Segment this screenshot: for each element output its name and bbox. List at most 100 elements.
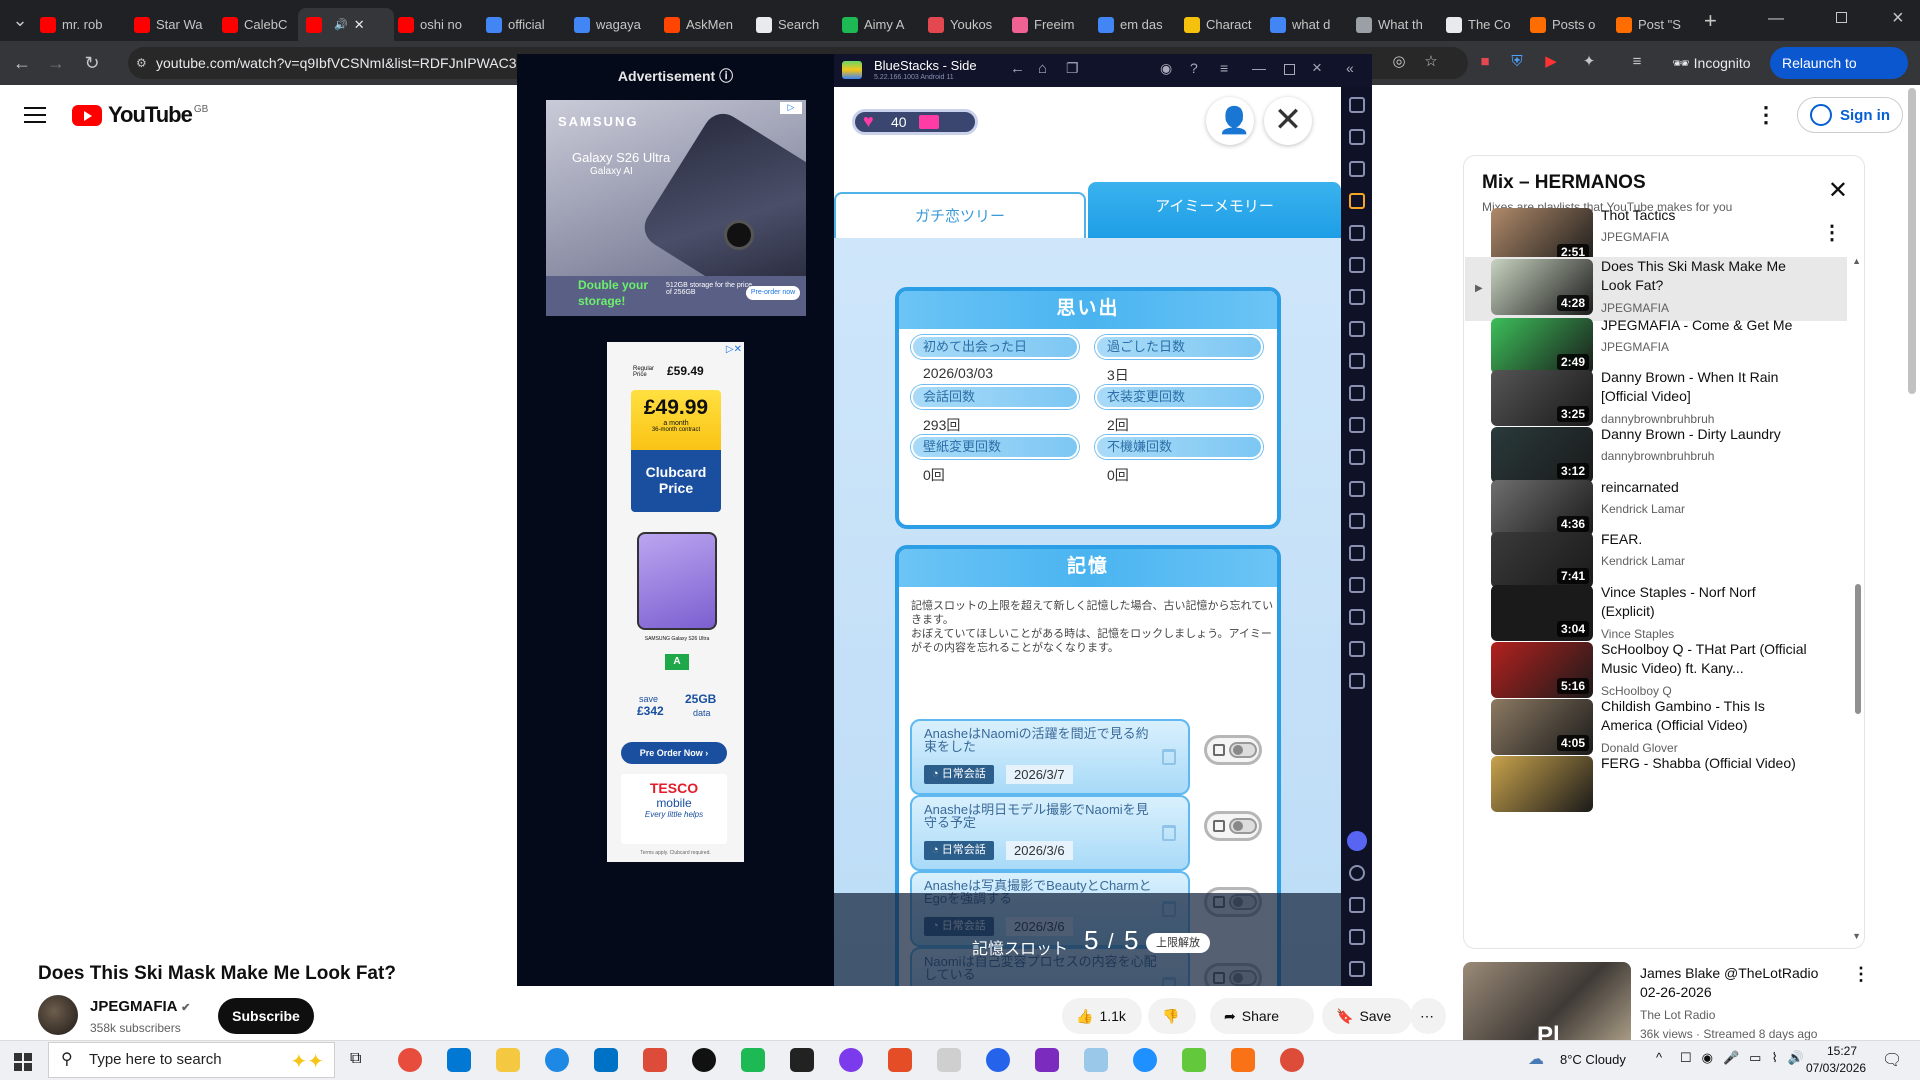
tab-aimy-memory[interactable]: アイミーメモリー — [1088, 182, 1341, 238]
unlock-limit-button[interactable]: 上限解放 — [1146, 933, 1210, 953]
save-button[interactable]: 🔖 Save — [1322, 998, 1412, 1034]
browser-tab[interactable]: CalebC — [214, 8, 300, 41]
reading-list-icon[interactable]: ≡ — [1626, 51, 1648, 73]
taskbar-app-icon[interactable] — [1133, 1048, 1157, 1072]
taskbar-app-icon[interactable] — [839, 1048, 863, 1072]
sidebar-toggle-icon[interactable] — [1349, 673, 1365, 689]
channel-name[interactable]: JPEGMAFIA ✔ — [90, 998, 190, 1015]
subscribe-button[interactable]: Subscribe — [218, 998, 314, 1034]
bs-settings-icon[interactable] — [1349, 865, 1365, 881]
media-icon[interactable] — [1349, 449, 1365, 465]
bookmark-star-icon[interactable]: ☆ — [1420, 51, 1442, 73]
memory-entry[interactable]: Anasheは明日モデル撮影でNaomiを見守る予定 ◔ 日常会話 2026/3/6 — [910, 795, 1190, 871]
browser-tab[interactable]: Post "S — [1608, 8, 1694, 41]
browser-tab[interactable]: Aimy A — [834, 8, 920, 41]
extensions-icon[interactable]: ✦ — [1578, 51, 1600, 73]
close-window-icon[interactable]: × — [1892, 7, 1904, 30]
tesco-preorder-button[interactable]: Pre Order Now › — [621, 742, 727, 764]
bs-maximize-icon[interactable] — [1284, 64, 1295, 75]
browser-tab[interactable]: Star Wa — [126, 8, 212, 41]
forward-icon[interactable]: → — [44, 51, 68, 75]
sign-in-button[interactable]: Sign in — [1797, 97, 1903, 133]
bs-menu-icon[interactable]: ≡ — [1220, 60, 1228, 76]
screenshot-icon[interactable] — [1349, 353, 1365, 369]
site-info-icon[interactable]: ⚙ — [136, 47, 147, 79]
bs-side-recent-icon[interactable] — [1349, 961, 1365, 977]
memory-lock-toggle[interactable] — [1204, 811, 1262, 841]
taskbar-app-icon[interactable] — [790, 1048, 814, 1072]
playlist-item[interactable]: 5:16 ScHoolboy Q - THat Part (Official Mu… — [1465, 640, 1847, 704]
info-icon[interactable]: ⓘ — [719, 68, 733, 84]
volume-icon[interactable] — [1349, 129, 1365, 145]
browser-tab[interactable]: mr. rob — [32, 8, 118, 41]
close-icon[interactable]: ✕ — [1828, 176, 1848, 205]
bs-back-icon[interactable]: ← — [1010, 60, 1025, 77]
taskbar-app-icon[interactable] — [545, 1048, 569, 1072]
page-scrollbar[interactable] — [1908, 88, 1916, 394]
taskbar-app-icon[interactable] — [986, 1048, 1010, 1072]
playlist-thumbnail[interactable]: 4:28 — [1491, 259, 1593, 315]
side-video-title[interactable]: James Blake @TheLotRadio 02-26-2026 — [1640, 964, 1840, 1002]
taskbar-search[interactable]: ⚲ Type here to search ✦✦ — [48, 1042, 335, 1078]
weather-text[interactable]: 8°C Cloudy — [1560, 1052, 1626, 1067]
taskbar-app-icon[interactable] — [1084, 1048, 1108, 1072]
channel-avatar[interactable] — [38, 995, 78, 1035]
hamburger-menu-icon[interactable] — [24, 104, 46, 123]
ad-choices-icon[interactable]: ▷ — [780, 102, 802, 114]
profile-button[interactable]: 👤 — [1206, 97, 1254, 145]
tesco-ad[interactable]: ▷✕ Regular Price £59.49 £49.99 a month 3… — [607, 342, 744, 862]
start-icon[interactable] — [14, 1053, 32, 1071]
browser-tab[interactable]: official — [478, 8, 564, 41]
apk-icon[interactable] — [1349, 161, 1365, 177]
browser-tab[interactable]: What th — [1348, 8, 1434, 41]
tab-search-icon[interactable]: ⌄ — [8, 8, 32, 32]
shield-icon[interactable]: ⛨ — [1506, 51, 1528, 73]
playlist-item[interactable]: 3:04 Vince Staples - Norf Norf (Explicit)… — [1465, 583, 1847, 647]
playlist-item[interactable]: 4:05 Childish Gambino - This Is America (… — [1465, 697, 1847, 761]
task-view-icon[interactable]: ⧉ — [350, 1050, 361, 1068]
browser-tab[interactable]: Posts o — [1522, 8, 1608, 41]
taskbar-app-icon[interactable] — [1231, 1048, 1255, 1072]
playlist-item[interactable]: ▶ 4:28 Does This Ski Mask Make Me Look Fat… — [1465, 257, 1847, 321]
incognito-indicator[interactable]: 🕶 Incognito — [1672, 49, 1751, 77]
sync-icon[interactable] — [1349, 641, 1365, 657]
scroll-down-icon[interactable]: ▼ — [1852, 931, 1861, 941]
bs-close-icon[interactable]: × — [1312, 58, 1322, 78]
back-icon[interactable]: ← — [10, 51, 34, 75]
rotate-icon[interactable] — [1349, 257, 1365, 273]
side-video-menu-icon[interactable]: ⋮ — [1852, 964, 1870, 985]
notification-icon[interactable]: 🗨 — [1882, 1050, 1902, 1070]
bs-side-back-icon[interactable] — [1349, 897, 1365, 913]
eye-off-icon[interactable]: ◎ — [1388, 51, 1410, 73]
fullscreen-icon[interactable] — [1349, 97, 1365, 113]
more-actions-button[interactable]: ⋯ — [1410, 998, 1446, 1034]
tab-gachikoi-tree[interactable]: ガチ恋ツリー — [834, 192, 1086, 238]
bs-help-icon[interactable]: ? — [1190, 60, 1198, 76]
taskbar-app-icon[interactable] — [643, 1048, 667, 1072]
taskbar-app-icon[interactable] — [447, 1048, 471, 1072]
taskbar-app-icon[interactable] — [1280, 1048, 1304, 1072]
airplane-icon[interactable] — [1349, 481, 1365, 497]
close-button[interactable]: ✕ — [1264, 97, 1312, 145]
playlist-thumbnail[interactable]: 3:25 — [1491, 370, 1593, 426]
scroll-up-icon[interactable]: ▲ — [1852, 256, 1861, 266]
like-button[interactable]: 👍 1.1k — [1062, 998, 1142, 1034]
browser-tab[interactable]: wagaya — [566, 8, 652, 41]
trash-icon[interactable] — [1162, 749, 1176, 765]
tray-chevron-icon[interactable]: ^ — [1656, 1050, 1662, 1065]
settings-kebab-icon[interactable]: ⋮ — [1755, 102, 1777, 128]
playlist-thumbnail[interactable]: 2:51 — [1491, 208, 1593, 264]
taskbar-app-icon[interactable] — [741, 1048, 765, 1072]
record-icon[interactable] — [1349, 193, 1365, 209]
discord-icon[interactable] — [1347, 831, 1367, 851]
browser-tab[interactable]: Charact — [1176, 8, 1262, 41]
playlist-thumbnail[interactable]: 3:04 — [1491, 585, 1593, 641]
playlist-thumbnail[interactable]: 4:36 — [1491, 480, 1593, 536]
taskbar-app-icon[interactable] — [398, 1048, 422, 1072]
memory-entry[interactable]: AnasheはNaomiの活躍を間近で見る約束をした ◔ 日常会話 2026/3/7 — [910, 719, 1190, 795]
browser-tab[interactable]: what d — [1262, 8, 1348, 41]
bs-home-icon[interactable]: ⌂ — [1038, 60, 1047, 77]
controls-icon[interactable] — [1349, 417, 1365, 433]
minimize-icon[interactable]: — — [1768, 10, 1784, 28]
clock-time[interactable]: 15:27 — [1814, 1044, 1870, 1058]
